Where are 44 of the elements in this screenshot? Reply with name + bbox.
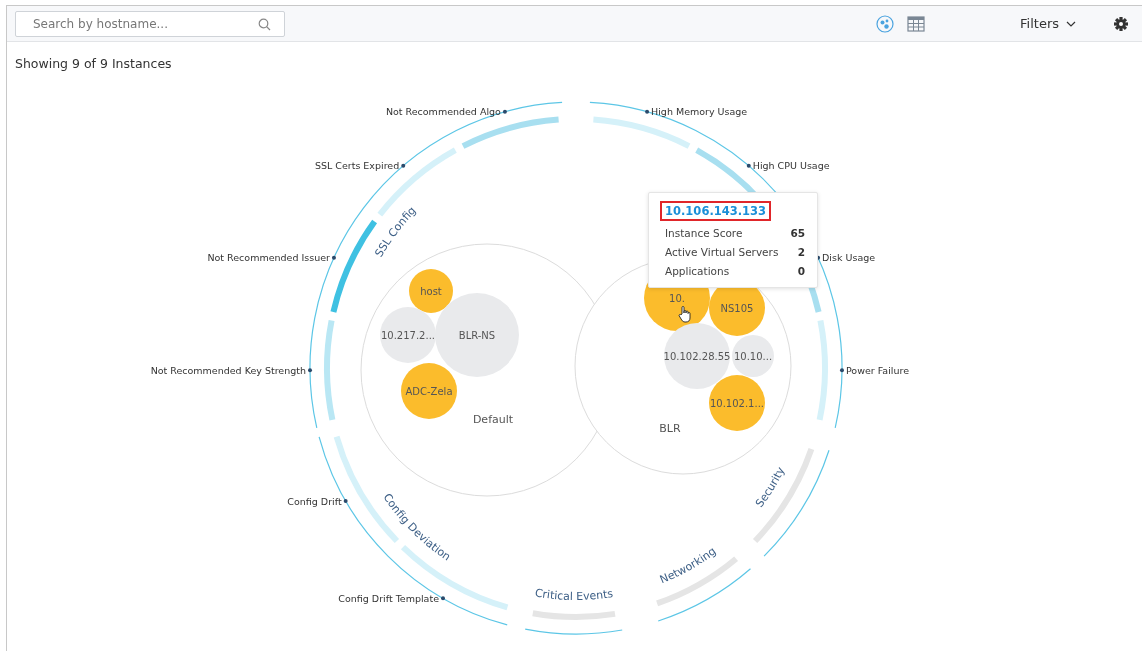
search-icon [258,17,271,31]
issue-label: Not Recommended Algo [385,106,501,118]
metric-label: Instance Score [665,226,743,241]
issue-label: Power Failure [846,364,909,376]
issue-marker [441,596,445,601]
chevron-down-icon [1066,20,1076,27]
instance-bubble[interactable]: host [409,269,453,313]
instance-bubble[interactable]: ADC-Zela [401,363,457,419]
issue-marker [331,255,336,260]
issue-marker [645,109,650,114]
issue-marker [840,368,844,373]
instance-bubble[interactable]: 10.10... [732,335,774,377]
metric-value: 2 [797,245,805,260]
issue-marker [502,109,507,114]
issue-marker [746,163,751,168]
category-arc[interactable] [752,447,815,543]
issue-label: Disk Usage [822,252,876,264]
hand-cursor-icon [678,305,692,323]
group-label: Default [472,413,514,426]
issue-marker [343,499,348,503]
metric-label: Active Virtual Servers [665,245,779,260]
instance-bubble[interactable]: 10.102.28.55 [663,323,731,389]
issue-label: High CPU Usage [752,160,830,172]
table-view-icon[interactable] [907,15,926,32]
issue-label: High Memory Usage [651,106,748,118]
issue-label: Not Recommended Key Strength [150,364,306,376]
issue-label: SSL Certs Expired [314,160,400,172]
filters-dropdown[interactable]: Filters [1020,16,1076,31]
metric-value: 65 [790,226,805,241]
metric-value: 0 [797,264,805,279]
group-label: BLR [659,422,681,435]
issue-marker [308,368,312,373]
instance-bubble[interactable]: 10.217.2... [380,307,436,363]
category-label: Critical Events [534,586,614,603]
instance-count: Showing 9 of 9 Instances [14,55,173,73]
issue-marker [401,163,406,168]
issue-label: Config Drift Template [338,592,439,604]
instance-bubble[interactable]: 10.102.1... [709,375,765,431]
bubble-view-icon[interactable] [876,14,895,33]
issue-label: Not Recommended Issuer [207,252,330,264]
issue-label: Config Drift [287,495,342,507]
instance-link[interactable]: 10.106.143.133 [660,201,772,221]
settings-icon[interactable] [1114,16,1128,31]
search-field[interactable]: Search by hostname... [15,10,285,37]
